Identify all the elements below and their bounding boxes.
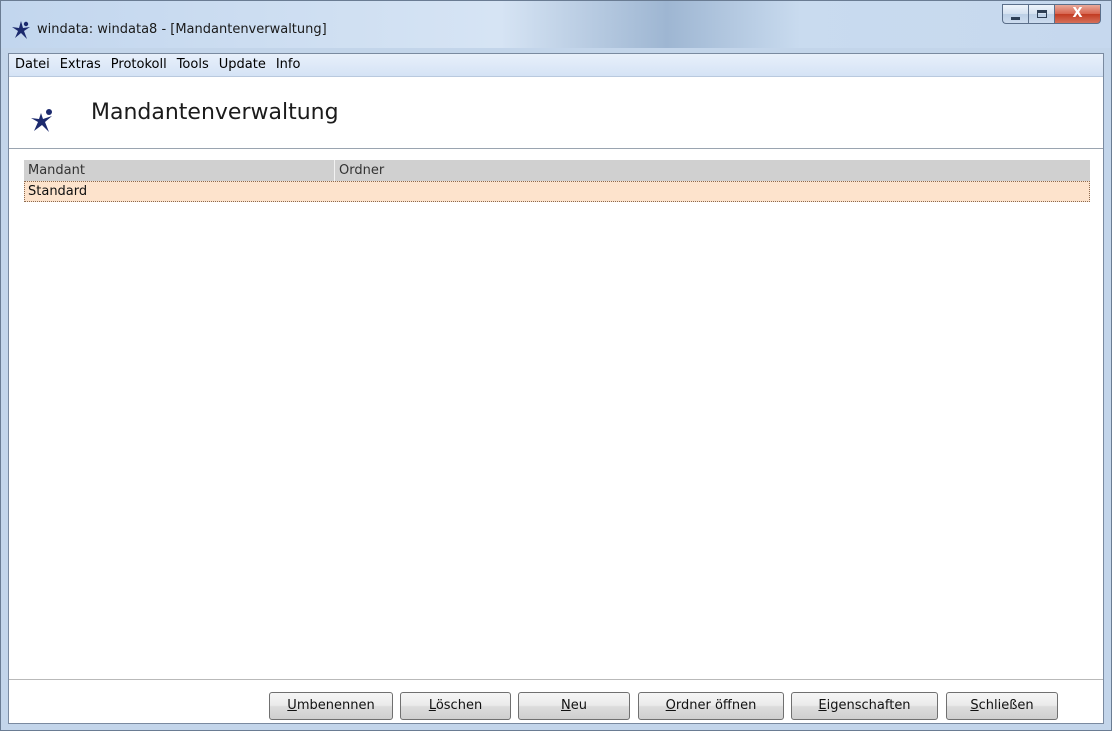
rename-label: mbenennen <box>296 698 375 713</box>
open-folder-mnemonic: O <box>665 698 676 713</box>
button-bar: Umbenennen Löschen Neu Ordner öffnen Eig… <box>9 679 1103 723</box>
list-header: Mandant Ordner <box>24 160 1090 181</box>
menu-tools[interactable]: Tools <box>172 54 214 76</box>
column-header-ordner[interactable]: Ordner <box>335 160 1090 181</box>
open-folder-button[interactable]: Ordner öffnen <box>638 692 784 720</box>
properties-mnemonic: E <box>818 698 827 713</box>
application-window: windata: windata8 - [Mandantenverwaltung… <box>0 0 1112 731</box>
menu-extras[interactable]: Extras <box>55 54 106 76</box>
maximize-icon <box>1037 10 1047 18</box>
close-mnemonic: S <box>970 698 979 713</box>
cell-mandant: Standard <box>28 184 88 199</box>
column-header-mandant[interactable]: Mandant <box>24 160 335 181</box>
mandant-list: Mandant Ordner Standard <box>24 160 1090 680</box>
menu-datei[interactable]: Datei <box>9 54 55 76</box>
minimize-icon <box>1011 17 1020 20</box>
rename-mnemonic: U <box>287 698 297 713</box>
window-title: windata: windata8 - [Mandantenverwaltung… <box>37 22 327 37</box>
title-bar[interactable]: windata: windata8 - [Mandantenverwaltung… <box>1 1 1111 48</box>
new-mnemonic: N <box>561 698 571 713</box>
star-figure-icon <box>31 109 52 132</box>
window-controls: X <box>1002 4 1101 25</box>
maximize-button[interactable] <box>1028 4 1054 24</box>
list-row-standard[interactable]: Standard <box>24 181 1090 202</box>
delete-label: öschen <box>435 698 483 713</box>
close-icon: X <box>1072 6 1083 21</box>
rename-button[interactable]: Umbenennen <box>269 692 393 720</box>
menu-protokoll[interactable]: Protokoll <box>106 54 172 76</box>
minimize-button[interactable] <box>1002 4 1028 24</box>
menu-update[interactable]: Update <box>214 54 271 76</box>
close-label: chließen <box>978 698 1034 713</box>
delete-mnemonic: L <box>428 698 436 713</box>
properties-label: igenschaften <box>826 698 911 713</box>
close-window-button[interactable]: X <box>1054 4 1101 24</box>
open-folder-label: rdner öffnen <box>675 698 757 713</box>
menu-info[interactable]: Info <box>271 54 306 76</box>
page-header: Mandantenverwaltung <box>9 77 1103 149</box>
client-area: Datei Extras Protokoll Tools Update Info… <box>8 53 1104 724</box>
properties-button[interactable]: Eigenschaften <box>791 692 938 720</box>
new-button[interactable]: Neu <box>518 692 630 720</box>
close-button[interactable]: Schließen <box>946 692 1058 720</box>
windata-logo-icon <box>12 21 30 39</box>
page-title: Mandantenverwaltung <box>91 100 339 125</box>
menu-bar: Datei Extras Protokoll Tools Update Info <box>9 54 1103 77</box>
new-label: eu <box>570 698 587 713</box>
delete-button[interactable]: Löschen <box>400 692 511 720</box>
